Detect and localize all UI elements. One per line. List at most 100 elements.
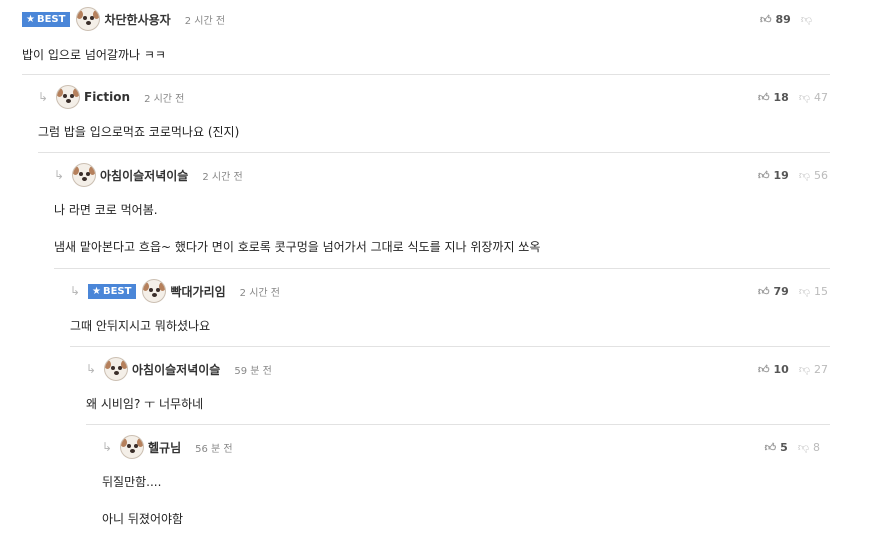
avatar[interactable] (76, 7, 101, 31)
thumbs-up-icon: 👍︎ (764, 440, 777, 454)
thumbs-up-icon: 👍︎ (760, 12, 772, 26)
comment: ↳ 아침이슬저녁이슬 59 분 전 👍︎ 10 👎︎ 27 왜 시비임? ㅜ 너무하… (86, 354, 830, 425)
downvote-count: 27 (814, 362, 828, 376)
comment-header: ↳ 아침이슬저녁이슬 2 시간 전 (54, 160, 243, 190)
best-label: BEST (36, 13, 66, 25)
timestamp: 2 시간 전 (202, 171, 243, 183)
comment: ★ BEST 차단한사용자 2 시간 전 👍︎ 89 👎︎ 밥이 입으로 넘어갈까나… (22, 4, 830, 75)
thumbs-up-icon: 👍︎ (758, 90, 770, 104)
timestamp: 56 분 전 (195, 443, 233, 455)
timestamp: 2 시간 전 (239, 287, 280, 299)
reply-arrow-icon: ↳ (54, 168, 65, 182)
avatar[interactable] (120, 435, 144, 459)
vote-group: 👍︎ 18 👎︎ 47 (758, 82, 828, 112)
comment-text: 왜 시비임? ㅜ 너무하네 (86, 397, 204, 411)
divider (38, 152, 830, 153)
best-badge: ★ BEST (88, 283, 137, 299)
comment-header: ↳ 헬규님 56 분 전 (102, 432, 233, 462)
divider (54, 268, 830, 269)
vote-group: 👍︎ 10 👎︎ 27 (758, 354, 828, 384)
vote-group: 👍︎ 5 👎︎ 8 (765, 432, 820, 462)
thumbs-down-icon: 👎︎ (798, 90, 810, 104)
author-name[interactable]: 아침이슬저녁이슬 (132, 361, 220, 378)
upvote-count: 10 (773, 362, 789, 376)
author-name[interactable]: Fiction (84, 90, 130, 104)
thumbs-up-icon: 👍︎ (758, 168, 770, 182)
comment: ↳ 아침이슬저녁이슬 2 시간 전 👍︎ 19 👎︎ 56 나 라면 코로 먹어봄.… (54, 160, 830, 269)
upvote-count: 18 (773, 90, 789, 104)
comment: ↳ Fiction 2 시간 전 👍︎ 18 👎︎ 47 그럼 밥을 입으로먹죠 코… (38, 82, 830, 153)
author-name[interactable]: 헬규님 (148, 439, 181, 456)
downvote-count: 47 (814, 90, 828, 104)
comment-text: 그때 안뒤지시고 뭐하셨나요 (70, 319, 211, 333)
reply-arrow-icon: ↳ (86, 362, 97, 376)
best-label: BEST (102, 285, 132, 297)
comment-body: 나 라면 코로 먹어봄. 냄새 맡아본다고 흐읍~ 했다가 면이 호로록 콧구멍… (54, 203, 540, 254)
avatar[interactable] (72, 163, 96, 187)
comment-body: 그때 안뒤지시고 뭐하셨나요 (70, 319, 210, 333)
downvote-count: 56 (814, 168, 828, 182)
divider (22, 74, 830, 75)
author-name[interactable]: 차단한사용자 (104, 11, 170, 28)
timestamp: 59 분 전 (234, 365, 272, 377)
comment-text: 나 라면 코로 먹어봄. (54, 203, 158, 217)
downvote-count: 15 (814, 284, 828, 298)
thumbs-down-icon: 👎︎ (797, 440, 809, 454)
downvote-button[interactable]: 👎︎ 8 (798, 441, 820, 454)
comment-text: 그럼 밥을 입으로먹죠 코로먹나요 (진지) (38, 125, 240, 139)
upvote-button[interactable]: 👍︎ 10 (758, 363, 789, 376)
comment-header: ↳ ★ BEST 빡대가리임 2 시간 전 (70, 276, 280, 306)
thumbs-down-icon: 👎︎ (798, 362, 810, 376)
divider (86, 424, 830, 425)
comment-header: ★ BEST 차단한사용자 2 시간 전 (22, 4, 225, 34)
thumbs-down-icon: 👎︎ (798, 284, 810, 298)
downvote-button[interactable]: 👎︎ 27 (799, 363, 828, 376)
comment-body: 밥이 입으로 넘어갈까나 ㅋㅋ (22, 48, 166, 62)
avatar[interactable] (142, 279, 167, 303)
upvote-count: 5 (780, 440, 788, 454)
comment-body: 뒤질만함.... 아니 뒤졌어야함 (102, 475, 183, 526)
best-badge: ★ BEST (22, 11, 71, 27)
downvote-button[interactable]: 👎︎ (801, 13, 816, 26)
timestamp: 2 시간 전 (144, 93, 185, 105)
upvote-button[interactable]: 👍︎ 19 (758, 169, 789, 182)
upvote-count: 79 (773, 284, 789, 298)
avatar[interactable] (104, 357, 128, 381)
star-icon: ★ (26, 13, 35, 25)
upvote-button[interactable]: 👍︎ 18 (758, 91, 789, 104)
upvote-button[interactable]: 👍︎ 79 (758, 285, 789, 298)
comment-body: 그럼 밥을 입으로먹죠 코로먹나요 (진지) (38, 125, 239, 139)
star-icon: ★ (92, 285, 101, 297)
comment-header: ↳ 아침이슬저녁이슬 59 분 전 (86, 354, 272, 384)
downvote-button[interactable]: 👎︎ 47 (799, 91, 828, 104)
comment-text: 냄새 맡아본다고 흐읍~ 했다가 면이 호로록 콧구멍을 넘어가서 그대로 식도… (54, 240, 541, 254)
reply-arrow-icon: ↳ (70, 284, 81, 298)
upvote-count: 89 (775, 12, 791, 26)
downvote-button[interactable]: 👎︎ 56 (799, 169, 828, 182)
reply-arrow-icon: ↳ (102, 440, 113, 454)
downvote-count: 8 (813, 440, 820, 454)
author-name[interactable]: 아침이슬저녁이슬 (100, 167, 188, 184)
author-name[interactable]: 빡대가리임 (170, 283, 225, 300)
thumbs-down-icon: 👎︎ (800, 12, 812, 26)
upvote-count: 19 (773, 168, 789, 182)
comment-body: 왜 시비임? ㅜ 너무하네 (86, 397, 203, 411)
vote-group: 👍︎ 89 👎︎ (760, 4, 816, 34)
comment: ↳ ★ BEST 빡대가리임 2 시간 전 👍︎ 79 👎︎ 15 그때 안뒤지시고 … (70, 276, 830, 347)
upvote-button[interactable]: 👍︎ 89 (760, 13, 791, 26)
comment: ↳ 헬규님 56 분 전 👍︎ 5 👎︎ 8 뒤질만함.... 아니 뒤졌어야함 (102, 432, 820, 534)
vote-group: 👍︎ 79 👎︎ 15 (758, 276, 828, 306)
reply-arrow-icon: ↳ (38, 90, 49, 104)
comment-text: 뒤질만함.... (102, 475, 162, 489)
divider (70, 346, 830, 347)
upvote-button[interactable]: 👍︎ 5 (765, 441, 788, 454)
comment-header: ↳ Fiction 2 시간 전 (38, 82, 184, 112)
timestamp: 2 시간 전 (184, 15, 226, 27)
thumbs-down-icon: 👎︎ (798, 168, 810, 182)
avatar[interactable] (56, 85, 80, 109)
downvote-button[interactable]: 👎︎ 15 (799, 285, 828, 298)
vote-group: 👍︎ 19 👎︎ 56 (758, 160, 828, 190)
thumbs-up-icon: 👍︎ (758, 362, 770, 376)
thumbs-up-icon: 👍︎ (758, 284, 770, 298)
comment-text: 아니 뒤졌어야함 (102, 512, 184, 526)
